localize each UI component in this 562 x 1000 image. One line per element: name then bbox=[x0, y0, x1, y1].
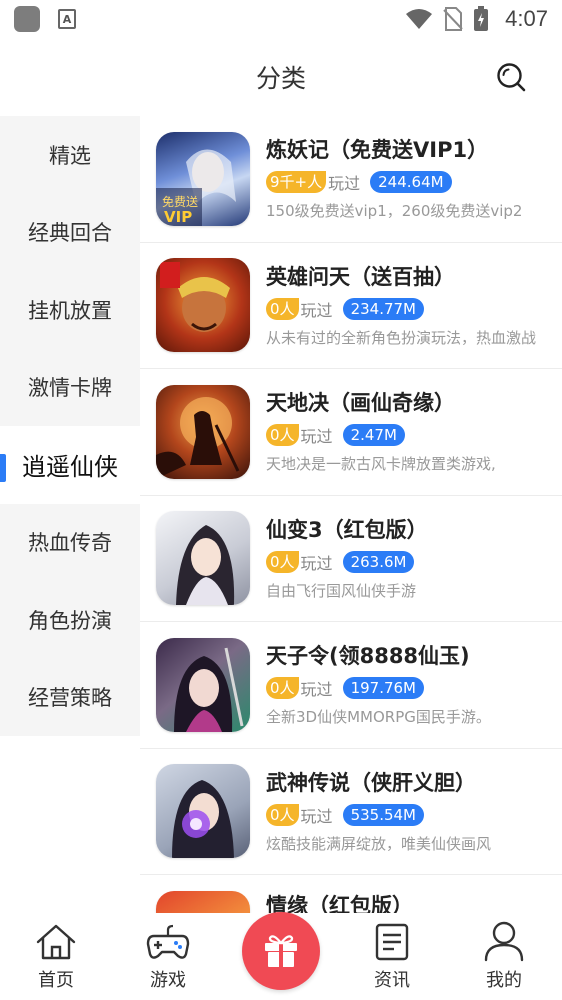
sidebar-item-label: 挂机放置 bbox=[28, 298, 112, 323]
game-name: 武神传说（侠肝义胆） bbox=[266, 770, 476, 795]
list-item[interactable]: 天地决（画仙奇缘） 0人 玩过 2.47M 天地决是一款古风卡牌放置类游戏, bbox=[140, 369, 562, 496]
svg-text:VIP: VIP bbox=[164, 208, 192, 226]
game-list: 免费送 VIP 炼妖记（免费送VIP1） 9千+人 玩过 244.64M 150… bbox=[140, 116, 562, 913]
bottom-nav: 首页 游戏 资讯 我的 bbox=[0, 912, 562, 1000]
sidebar-item-card[interactable]: 激情卡牌 bbox=[0, 349, 140, 427]
page-title: 分类 bbox=[255, 64, 306, 93]
size-badge: 234.77M bbox=[342, 297, 424, 320]
nav-mine-label: 我的 bbox=[486, 970, 522, 991]
players-badge: 0人 bbox=[266, 803, 299, 826]
game-description: 炫酷技能满屏绽放，唯美仙侠画风 bbox=[266, 834, 492, 853]
sidebar-item-idle[interactable]: 挂机放置 bbox=[0, 271, 140, 349]
no-sim-icon bbox=[443, 7, 463, 31]
a-icon: A bbox=[58, 9, 76, 29]
sidebar-item-label: 角色扮演 bbox=[28, 608, 112, 633]
nav-home-label: 首页 bbox=[38, 970, 74, 991]
played-label: 玩过 bbox=[300, 553, 333, 573]
status-time: 4:07 bbox=[505, 6, 548, 31]
list-item[interactable]: 免费送 VIP 炼妖记（免费送VIP1） 9千+人 玩过 244.64M 150… bbox=[140, 116, 562, 243]
list-item[interactable]: 武神传说（侠肝义胆） 0人 玩过 535.54M 炫酷技能满屏绽放，唯美仙侠画风 bbox=[140, 749, 562, 875]
sidebar-item-featured[interactable]: 精选 bbox=[0, 116, 140, 194]
gamepad-icon bbox=[146, 924, 190, 959]
svg-text:免费送: 免费送 bbox=[162, 194, 198, 209]
list-item[interactable]: 英雄问天（送百抽） 0人 玩过 234.77M 从未有过的全新角色扮演玩法，热血… bbox=[140, 243, 562, 369]
game-icon bbox=[156, 258, 250, 353]
played-label: 玩过 bbox=[300, 806, 333, 826]
game-icon bbox=[156, 384, 250, 479]
game-description: 从未有过的全新角色扮演玩法，热血激战 bbox=[266, 328, 537, 347]
nav-games[interactable]: 游戏 bbox=[112, 922, 224, 1000]
game-icon bbox=[156, 764, 250, 859]
sidebar-item-classic-turn-based[interactable]: 经典回合 bbox=[0, 194, 140, 272]
game-icon: 免费送 VIP bbox=[156, 131, 250, 226]
played-label: 玩过 bbox=[300, 427, 333, 447]
game-icon bbox=[156, 891, 250, 913]
sidebar-item-label: 精选 bbox=[49, 143, 91, 168]
nav-news-label: 资讯 bbox=[374, 970, 410, 991]
size-badge: 535.54M bbox=[342, 803, 424, 826]
sidebar-item-strategy[interactable]: 经营策略 bbox=[0, 659, 140, 737]
players-badge: 0人 bbox=[266, 424, 299, 447]
sidebar-item-label: 热血传奇 bbox=[28, 531, 112, 556]
played-label: 玩过 bbox=[300, 300, 333, 320]
home-icon bbox=[36, 924, 76, 960]
wifi-icon bbox=[406, 9, 433, 29]
game-description: 自由飞行国风仙侠手游 bbox=[266, 581, 417, 600]
played-label: 玩过 bbox=[328, 174, 361, 194]
nav-games-label: 游戏 bbox=[150, 970, 186, 991]
game-name: 天地决（画仙奇缘） bbox=[266, 391, 455, 416]
gift-button[interactable] bbox=[242, 912, 320, 990]
players-badge: 0人 bbox=[266, 677, 299, 700]
game-icon bbox=[156, 637, 250, 732]
sidebar-item-label: 经营策略 bbox=[28, 686, 112, 711]
active-indicator bbox=[0, 454, 6, 482]
status-bar: A 4:07 bbox=[0, 0, 562, 38]
list-item[interactable]: 情缘（红包版） bbox=[140, 875, 562, 913]
game-name: 英雄问天（送百抽） bbox=[266, 264, 455, 289]
game-name: 炼妖记（免费送VIP1） bbox=[266, 138, 489, 163]
nav-mine[interactable]: 我的 bbox=[448, 920, 560, 1000]
search-button[interactable] bbox=[494, 60, 528, 94]
nav-home[interactable]: 首页 bbox=[0, 922, 112, 1000]
news-icon bbox=[375, 923, 409, 961]
list-item[interactable]: 天子令(领8888仙玉) 0人 玩过 197.76M 全新3D仙侠MMORPG国… bbox=[140, 622, 562, 749]
app-icon bbox=[14, 6, 40, 32]
size-badge: 244.64M bbox=[370, 171, 452, 194]
game-description: 150级免费送vip1，260级免费送vip2 bbox=[266, 202, 523, 221]
nav-news[interactable]: 资讯 bbox=[336, 922, 448, 1000]
players-badge: 0人 bbox=[266, 297, 299, 320]
sidebar-item-label: 逍遥仙侠 bbox=[22, 453, 118, 482]
size-badge: 197.76M bbox=[342, 677, 424, 700]
players-badge: 0人 bbox=[266, 550, 299, 573]
game-description: 全新3D仙侠MMORPG国民手游。 bbox=[266, 708, 491, 727]
sidebar-item-label: 激情卡牌 bbox=[28, 376, 112, 401]
gift-icon bbox=[265, 935, 297, 967]
sidebar-item-xianxia[interactable]: 逍遥仙侠 bbox=[0, 426, 140, 504]
user-icon bbox=[484, 921, 524, 962]
game-description: 天地决是一款古风卡牌放置类游戏, bbox=[266, 455, 496, 474]
size-badge: 2.47M bbox=[342, 424, 405, 447]
battery-charging-icon bbox=[474, 6, 489, 31]
game-name: 天子令(领8888仙玉) bbox=[266, 644, 470, 669]
page-header: 分类 bbox=[0, 38, 562, 116]
game-name: 仙变3（红包版） bbox=[266, 517, 428, 542]
sidebar-item-label: 经典回合 bbox=[28, 221, 112, 246]
sidebar-item-legend[interactable]: 热血传奇 bbox=[0, 504, 140, 582]
game-name: 情缘（红包版） bbox=[266, 894, 413, 913]
players-badge: 9千+人 bbox=[266, 171, 327, 194]
sidebar-item-rpg[interactable]: 角色扮演 bbox=[0, 581, 140, 659]
size-badge: 263.6M bbox=[342, 550, 415, 573]
played-label: 玩过 bbox=[300, 680, 333, 700]
list-item[interactable]: 仙变3（红包版） 0人 玩过 263.6M 自由飞行国风仙侠手游 bbox=[140, 496, 562, 622]
category-sidebar: 精选 经典回合 挂机放置 激情卡牌 逍遥仙侠 热血传奇 角色扮演 经营策略 bbox=[0, 116, 140, 736]
search-icon bbox=[497, 63, 526, 92]
game-icon bbox=[156, 511, 250, 606]
